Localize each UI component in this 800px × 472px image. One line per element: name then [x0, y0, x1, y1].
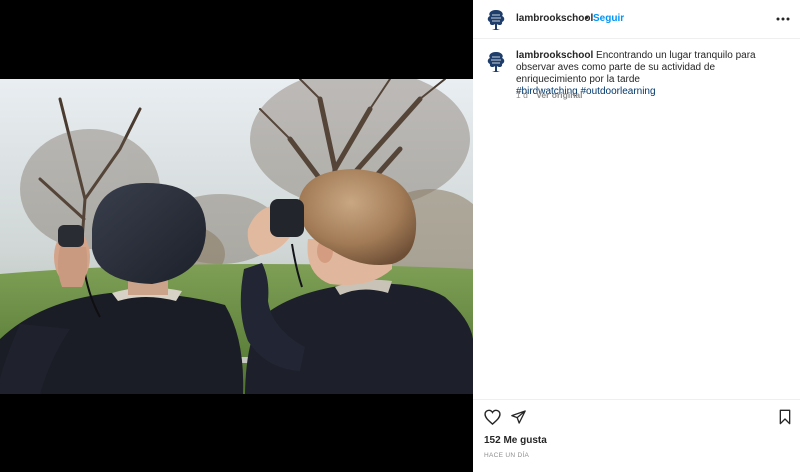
action-bar: 152 Me gusta HACE UN DÍA	[473, 399, 800, 472]
post-media[interactable]	[0, 0, 473, 472]
paper-plane-icon[interactable]	[508, 407, 528, 427]
post-photo[interactable]	[0, 79, 473, 394]
post-header: lambrookschool • Seguir	[473, 0, 800, 39]
bookmark-icon[interactable]	[775, 407, 795, 427]
caption-username[interactable]: lambrookschool	[516, 50, 593, 61]
header-username[interactable]: lambrookschool	[516, 13, 593, 24]
oak-tree-logo-icon[interactable]	[484, 50, 508, 74]
post-panel: lambrookschool • Seguir lambrookschool E…	[473, 0, 800, 472]
post-age: 1 d	[516, 90, 528, 100]
header-separator: •	[585, 13, 589, 24]
post-timestamp[interactable]: HACE UN DÍA	[484, 452, 529, 459]
caption-block: lambrookschool Encontrando un lugar tran…	[473, 40, 800, 110]
caption-meta: 1 d Ver original	[516, 90, 589, 100]
oak-tree-logo-icon[interactable]	[484, 8, 508, 32]
more-options-icon[interactable]	[773, 11, 793, 27]
follow-button[interactable]: Seguir	[593, 13, 624, 24]
hashtag-link[interactable]: #outdoorlearning	[581, 86, 656, 97]
likes-count[interactable]: 152 Me gusta	[484, 435, 547, 446]
see-original-button[interactable]: Ver original	[536, 90, 582, 100]
heart-icon[interactable]	[482, 407, 502, 427]
